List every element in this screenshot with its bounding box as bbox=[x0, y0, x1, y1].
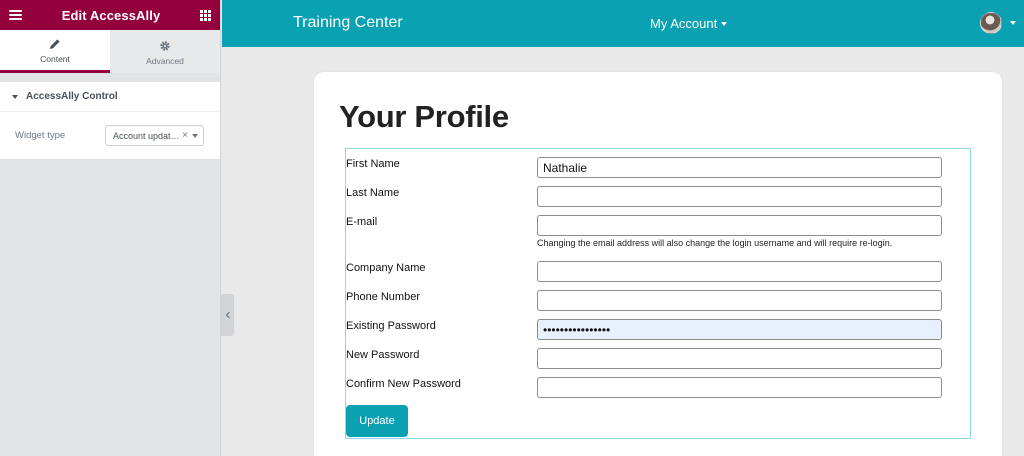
page-title: Your Profile bbox=[339, 99, 509, 134]
pencil-icon bbox=[49, 36, 61, 52]
company-name-label: Company Name bbox=[346, 262, 426, 274]
editor-sidebar: Edit AccessAlly Content Advanced AccessA… bbox=[0, 0, 221, 456]
chevron-down-icon bbox=[192, 133, 198, 138]
first-name-label: First Name bbox=[346, 158, 400, 170]
caret-down-icon bbox=[12, 94, 18, 99]
clear-selection-icon[interactable]: × bbox=[182, 130, 188, 141]
editor-title: Edit AccessAlly bbox=[61, 7, 161, 23]
section-title: AccessAlly Control bbox=[26, 91, 118, 102]
widget-type-row: Widget type Account updat… × bbox=[0, 112, 220, 159]
widget-type-value: Account updat… bbox=[113, 130, 180, 141]
phone-number-input[interactable] bbox=[537, 290, 942, 311]
first-name-input[interactable] bbox=[537, 157, 942, 178]
new-password-input[interactable] bbox=[537, 348, 942, 369]
last-name-label: Last Name bbox=[346, 187, 400, 199]
site-topbar: Training Center My Account bbox=[222, 0, 1024, 47]
confirm-new-password-input[interactable] bbox=[537, 377, 942, 398]
chevron-left-icon bbox=[225, 311, 230, 319]
apps-grid-icon[interactable] bbox=[200, 9, 211, 21]
site-title[interactable]: Training Center bbox=[293, 14, 403, 32]
company-name-input[interactable] bbox=[537, 261, 942, 282]
accessally-control-section: AccessAlly Control Widget type Account u… bbox=[0, 82, 220, 159]
avatar-caret-icon[interactable] bbox=[1010, 21, 1016, 25]
email-label: E-mail bbox=[346, 216, 378, 228]
widget-type-label: Widget type bbox=[15, 130, 66, 141]
widget-type-select[interactable]: Account updat… × bbox=[105, 125, 204, 146]
tab-advanced-label: Advanced bbox=[146, 55, 184, 66]
hamburger-menu-icon[interactable] bbox=[9, 10, 22, 20]
email-input[interactable] bbox=[537, 215, 942, 236]
section-toggle[interactable]: AccessAlly Control bbox=[0, 82, 220, 112]
last-name-input[interactable] bbox=[537, 186, 942, 207]
email-help-text: Changing the email address will also cha… bbox=[537, 238, 893, 248]
my-account-label: My Account bbox=[650, 16, 718, 31]
user-avatar[interactable] bbox=[980, 12, 1002, 34]
caret-down-icon bbox=[721, 21, 728, 26]
confirm-new-password-label: Confirm New Password bbox=[346, 378, 461, 390]
existing-password-label: Existing Password bbox=[346, 320, 436, 332]
my-account-menu[interactable]: My Account bbox=[650, 16, 728, 31]
collapse-panel-handle[interactable] bbox=[221, 294, 234, 336]
existing-password-input[interactable] bbox=[537, 319, 942, 340]
editor-tabs: Content Advanced bbox=[0, 30, 220, 73]
update-button[interactable]: Update bbox=[346, 405, 408, 437]
gear-icon bbox=[159, 38, 171, 54]
tab-content-label: Content bbox=[40, 54, 70, 64]
editor-header: Edit AccessAlly bbox=[0, 0, 220, 30]
tab-content[interactable]: Content bbox=[0, 30, 110, 73]
phone-number-label: Phone Number bbox=[346, 291, 420, 303]
tab-advanced[interactable]: Advanced bbox=[110, 30, 220, 73]
profile-card: Your Profile First Name Last Name E-mail… bbox=[314, 72, 1002, 456]
new-password-label: New Password bbox=[346, 349, 420, 361]
